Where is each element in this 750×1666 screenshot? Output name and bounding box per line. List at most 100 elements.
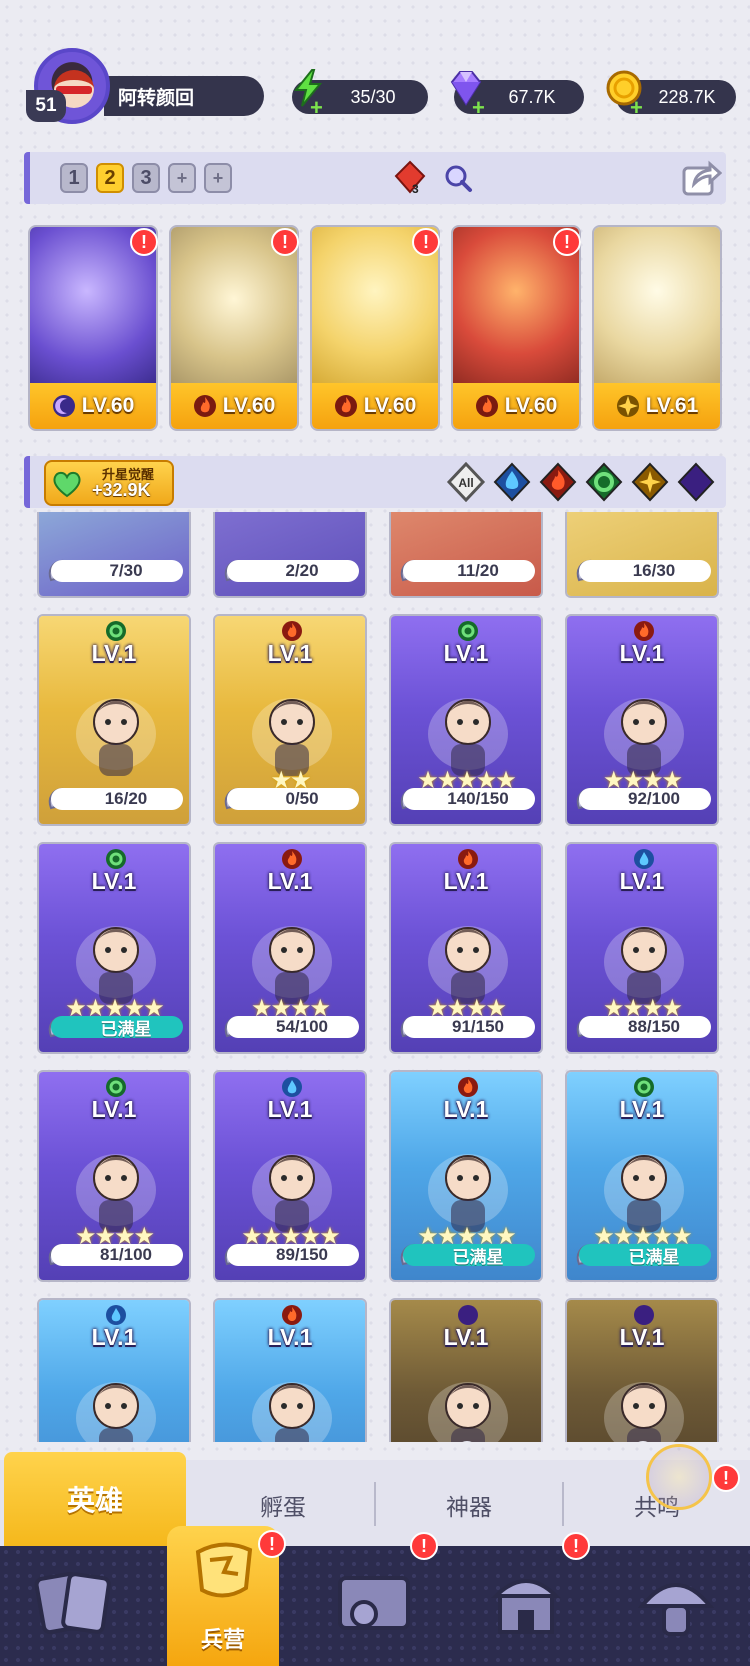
hero-portrait <box>594 227 720 387</box>
hero-level: LV.1 <box>267 640 313 666</box>
team-slot-add-1[interactable]: + <box>168 163 196 193</box>
fire-element-icon <box>334 395 357 417</box>
hero-card[interactable]: LV.1 ★★★★★ 140/150 <box>389 614 543 826</box>
fire-element-icon <box>193 395 216 417</box>
hero-level: LV.1 <box>443 868 489 894</box>
team-hero-card-2[interactable]: LV.60 <box>169 225 299 431</box>
hero-card[interactable]: LV.1 ★★★★ 81/100 <box>37 1070 191 1282</box>
team-hero-card-4[interactable]: LV.60 <box>451 225 581 431</box>
hero-card[interactable]: 11/20 <box>389 512 543 598</box>
water-element-icon <box>282 1077 302 1097</box>
filter-water-icon[interactable] <box>492 462 532 502</box>
hero-portrait <box>252 1382 332 1442</box>
team-slot-1[interactable]: 1 <box>60 163 88 193</box>
hero-card[interactable]: LV.1 <box>213 1298 367 1442</box>
hero-card[interactable]: LV.1 ★★★★ 88/150 <box>565 842 719 1054</box>
green-heart-icon <box>53 471 81 498</box>
hero-grid: 7/30 2/20 11/20 16/30 LV.1 16/20 LV.1 ★★ 0/5… <box>0 512 750 1442</box>
energy-add-icon[interactable]: + <box>310 97 326 119</box>
alert-badge: ! <box>410 1532 438 1560</box>
hero-level: LV.61 <box>645 394 699 417</box>
shard-progress: 0/50 <box>227 788 359 810</box>
share-icon[interactable] <box>680 158 722 198</box>
hero-card[interactable]: LV.1 ★★★★ 54/100 <box>213 842 367 1054</box>
hero-level: LV.60 <box>363 394 417 417</box>
hero-card[interactable]: 7/30 <box>37 512 191 598</box>
nav-cards-icon[interactable] <box>30 1562 118 1646</box>
shard-progress: 88/150 <box>579 1016 711 1038</box>
dark-element-icon <box>458 1305 478 1325</box>
fire-element-icon <box>282 1305 302 1325</box>
alert-badge: ! <box>712 1464 740 1492</box>
player-name[interactable]: 阿转颜回 <box>104 76 264 116</box>
hero-level: LV.1 <box>619 640 665 666</box>
team-hero-card-5[interactable]: LV.61 <box>592 225 722 431</box>
shard-progress: 已满星 <box>579 1244 711 1267</box>
shard-progress: 11/20 <box>403 560 535 582</box>
team-selector-bar: 1 2 3 + + 3 <box>24 152 726 204</box>
hero-card[interactable]: LV.1 16/20 <box>37 614 191 826</box>
coin-value: 228.7K <box>658 86 716 107</box>
hero-level: LV.1 <box>619 1324 665 1350</box>
hero-card[interactable]: LV.1 <box>389 1298 543 1442</box>
red-gem-count: 3 <box>412 182 419 196</box>
wind-element-icon <box>106 1077 126 1097</box>
barracks-fist-icon <box>195 1542 253 1598</box>
filter-fire-icon[interactable] <box>538 462 578 502</box>
hero-level: LV.1 <box>267 1096 313 1122</box>
wind-element-icon <box>106 621 126 641</box>
coin-add-icon[interactable]: + <box>630 97 646 119</box>
star-awaken-button[interactable]: 升星觉醒 +32.9K <box>44 460 174 506</box>
hero-card[interactable]: LV.1 <box>37 1298 191 1442</box>
hero-card[interactable]: LV.1 ★★★★ 92/100 <box>565 614 719 826</box>
hero-card[interactable]: 2/20 <box>213 512 367 598</box>
filter-wind-icon[interactable] <box>584 462 624 502</box>
lock-icon <box>462 1441 472 1442</box>
nav-mushroom-icon[interactable] <box>632 1562 720 1646</box>
tab-hatch[interactable]: 孵蛋 <box>190 1480 376 1530</box>
shard-progress: 16/30 <box>579 560 711 582</box>
team-slot-3[interactable]: 3 <box>132 163 160 193</box>
sparkle-effect-icon[interactable] <box>646 1444 712 1510</box>
hero-level: LV.60 <box>222 394 276 417</box>
hero-card[interactable]: LV.1 <box>565 1298 719 1442</box>
filter-all-label: All <box>458 476 473 490</box>
hero-card[interactable]: LV.1 ★★★★★ 89/150 <box>213 1070 367 1282</box>
team-hero-card-1[interactable]: LV.60 <box>28 225 158 431</box>
filter-dark-icon[interactable] <box>676 462 716 502</box>
team-hero-card-3[interactable]: LV.60 <box>310 225 440 431</box>
hero-portrait <box>604 1382 684 1442</box>
awaken-value: +32.9K <box>92 480 151 500</box>
lock-icon <box>638 1441 648 1442</box>
nav-temple-icon[interactable] <box>482 1562 570 1646</box>
hero-level: LV.60 <box>504 394 558 417</box>
filter-light-icon[interactable] <box>630 462 670 502</box>
hero-portrait <box>76 698 156 776</box>
team-slot-2[interactable]: 2 <box>96 163 124 193</box>
hero-card[interactable]: LV.1 ★★★★★ 已满星 <box>389 1070 543 1282</box>
alert-badge: ! <box>271 228 299 256</box>
hero-card[interactable]: LV.1 ★★ 0/50 <box>213 614 367 826</box>
wind-element-icon <box>458 621 478 641</box>
tab-heroes[interactable]: 英雄 <box>4 1452 186 1546</box>
alert-badge: ! <box>562 1532 590 1560</box>
nav-map-book-icon[interactable] <box>330 1562 418 1646</box>
tab-artifacts[interactable]: 神器 <box>376 1480 562 1530</box>
search-icon[interactable] <box>442 162 474 194</box>
team-slot-add-2[interactable]: + <box>204 163 232 193</box>
shard-progress: 54/100 <box>227 1016 359 1038</box>
gem-value: 67.7K <box>508 86 556 107</box>
gem-add-icon[interactable]: + <box>472 97 488 119</box>
fire-element-icon <box>458 1077 478 1097</box>
alert-badge: ! <box>553 228 581 256</box>
filter-all-button[interactable]: All <box>446 462 486 502</box>
hero-level: LV.60 <box>81 394 135 417</box>
hero-card[interactable]: LV.1 ★★★★ 91/150 <box>389 842 543 1054</box>
red-gem-icon[interactable]: 3 <box>392 160 428 196</box>
hero-card[interactable]: LV.1 ★★★★★ 已满星 <box>565 1070 719 1282</box>
dark-element-icon <box>52 395 75 417</box>
shard-progress: 7/30 <box>51 560 183 582</box>
hero-card[interactable]: LV.1 ★★★★★ 已满星 <box>37 842 191 1054</box>
hero-level: LV.1 <box>91 1324 137 1350</box>
hero-card[interactable]: 16/30 <box>565 512 719 598</box>
